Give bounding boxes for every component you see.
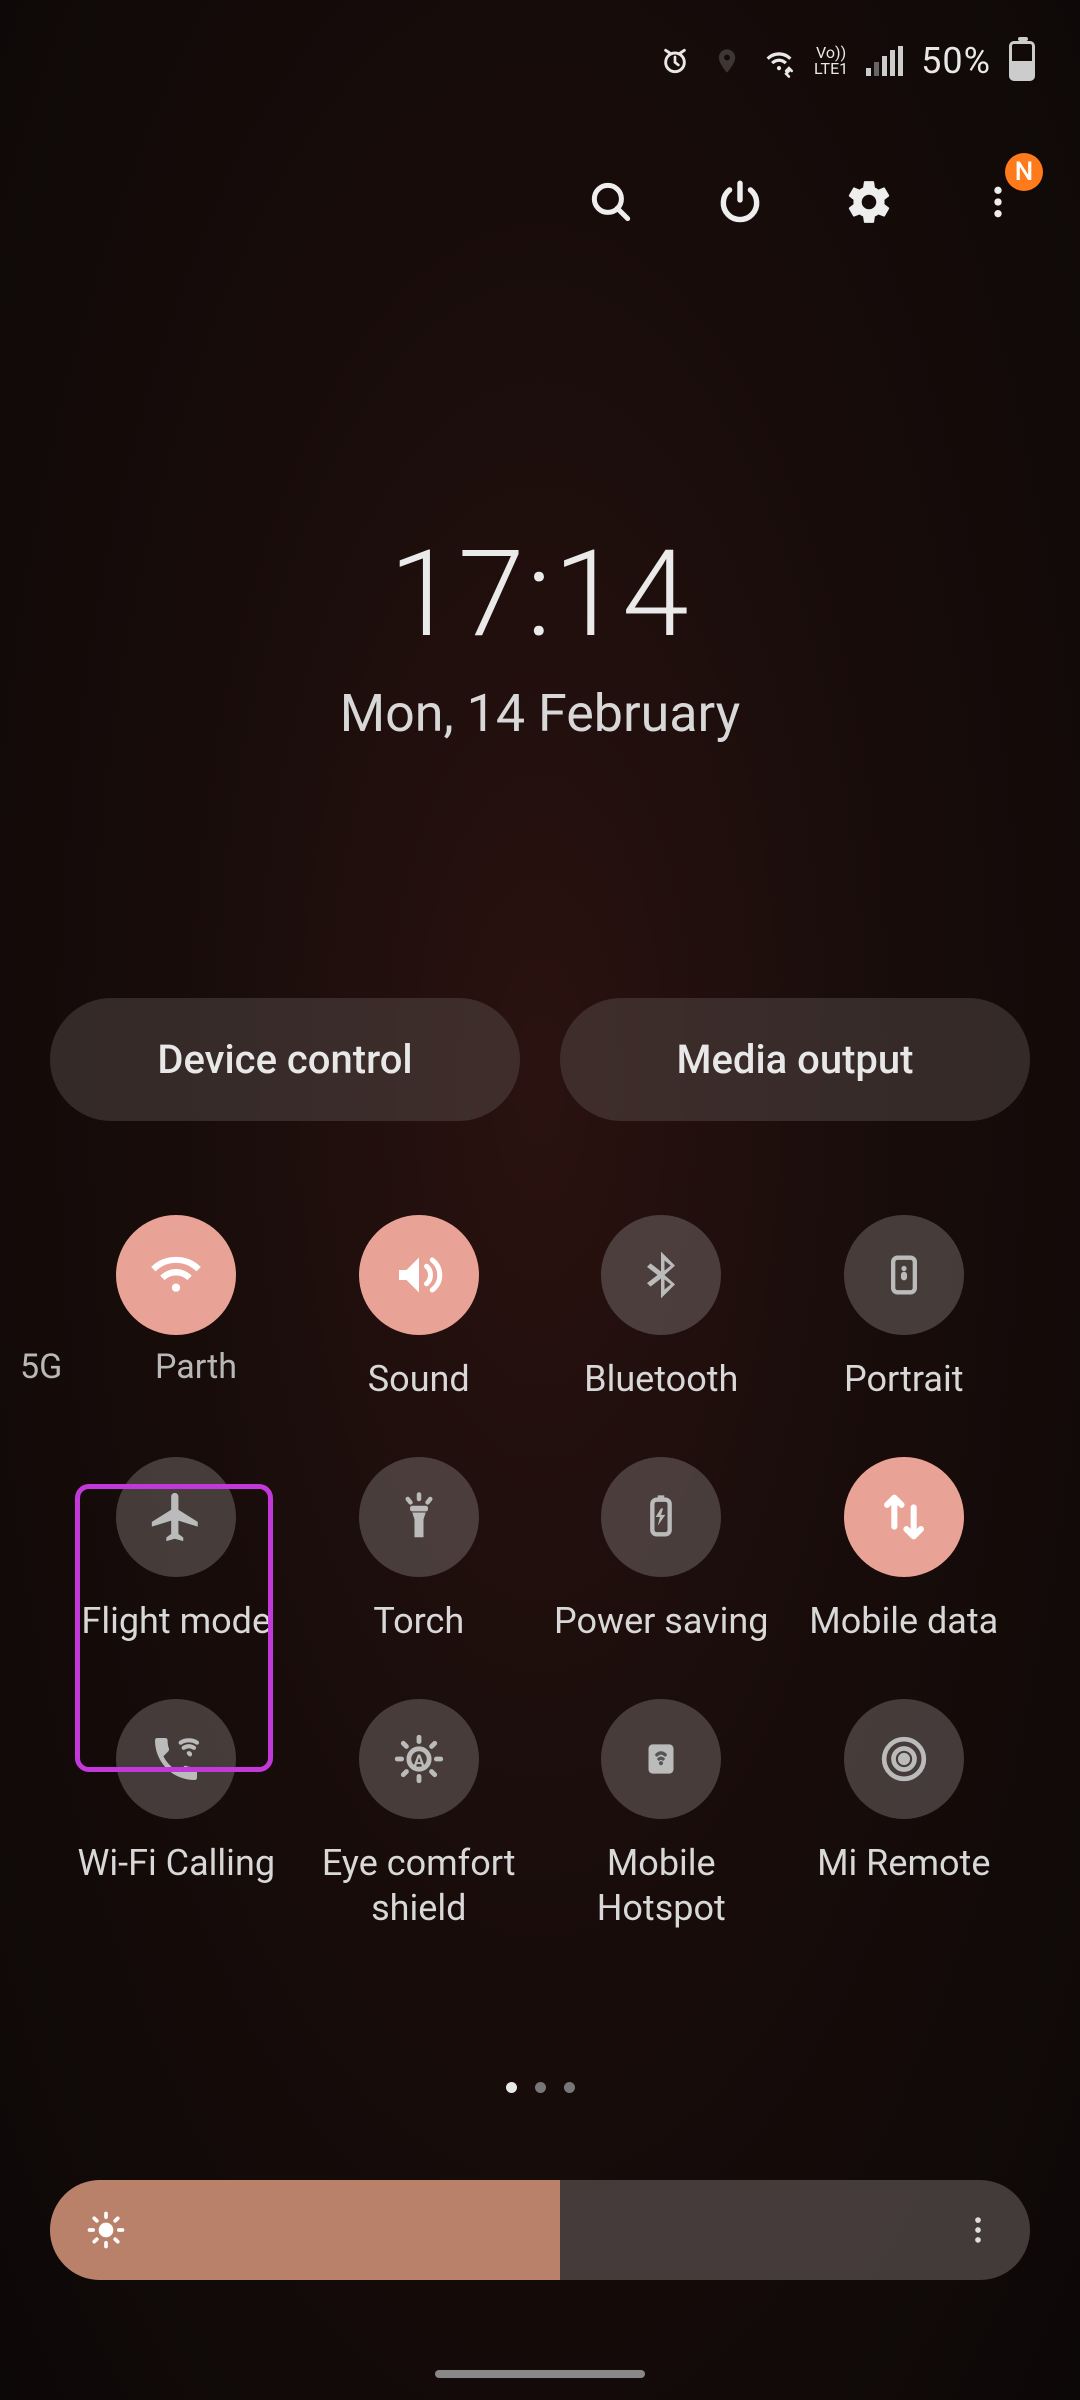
page-dot[interactable]	[564, 2082, 575, 2093]
svg-text:A: A	[413, 1751, 425, 1771]
signal-icon	[866, 46, 903, 76]
qs-tile-label: Bluetooth	[584, 1357, 738, 1402]
qs-tile-eyecomfort[interactable]: A Eye comfort shield	[298, 1699, 541, 1931]
qs-tile-powersaving[interactable]: Power saving	[540, 1457, 783, 1644]
qs-tile-label: Power saving	[554, 1599, 768, 1644]
location-icon	[710, 44, 744, 78]
nav-handle[interactable]	[435, 2370, 645, 2378]
torch-icon	[359, 1457, 479, 1577]
power-button[interactable]	[713, 175, 767, 229]
qs-tile-label: Sound	[368, 1357, 470, 1402]
sound-icon	[359, 1215, 479, 1335]
qs-tile-label: Torch	[373, 1599, 464, 1644]
portrait-icon	[844, 1215, 964, 1335]
pill-row: Device control Media output	[50, 998, 1030, 1121]
remote-icon	[844, 1699, 964, 1819]
qs-tile-bluetooth[interactable]: Bluetooth	[540, 1215, 783, 1402]
qs-tile-label: Portrait	[844, 1357, 963, 1402]
wifi-status-icon	[762, 44, 796, 78]
qs-tile-label: Eye comfort shield	[304, 1841, 534, 1931]
battery-percentage: 50%	[921, 40, 991, 82]
qs-tile-hotspot[interactable]: Mobile Hotspot	[540, 1699, 783, 1931]
brightness-slider[interactable]	[50, 2180, 1030, 2280]
alarm-icon	[658, 44, 692, 78]
media-output-button[interactable]: Media output	[560, 998, 1030, 1121]
device-control-button[interactable]: Device control	[50, 998, 520, 1121]
page-dot[interactable]	[535, 2082, 546, 2093]
qs-tile-label: Mi Remote	[817, 1841, 990, 1886]
highlight-flight-mode	[75, 1484, 273, 1772]
brightness-icon	[84, 2208, 128, 2252]
qs-tile-label: Wi-Fi Calling	[77, 1841, 275, 1886]
qs-tile-portrait[interactable]: Portrait	[783, 1215, 1026, 1402]
qs-tile-mobiledata[interactable]: Mobile data	[783, 1457, 1026, 1644]
page-dot[interactable]	[506, 2082, 517, 2093]
eye-icon: A	[359, 1699, 479, 1819]
panel-actions: N	[584, 175, 1025, 229]
more-button[interactable]: N	[971, 175, 1025, 229]
notification-badge: N	[1005, 153, 1043, 191]
qs-tile-sublabel: 5G	[20, 1347, 62, 1387]
qs-tile-label: Mobile data	[809, 1599, 998, 1644]
battery-icon	[1009, 41, 1035, 81]
qs-tile-miremote[interactable]: Mi Remote	[783, 1699, 1026, 1931]
page-indicator	[0, 2082, 1080, 2093]
data-icon	[844, 1457, 964, 1577]
battery-icon	[601, 1457, 721, 1577]
brightness-more-button[interactable]	[954, 2180, 1002, 2280]
clock-block: 17:14 Mon, 14 February	[0, 525, 1080, 744]
qs-tile-torch[interactable]: Torch	[298, 1457, 541, 1644]
qs-tile-label: Mobile Hotspot	[546, 1841, 776, 1931]
hotspot-icon	[601, 1699, 721, 1819]
volte-indicator: Vo)) LTE1	[814, 45, 848, 77]
qs-tile-sound[interactable]: Sound	[298, 1215, 541, 1402]
wifi-icon	[116, 1215, 236, 1335]
settings-button[interactable]	[842, 175, 896, 229]
bluetooth-icon	[601, 1215, 721, 1335]
clock-time: 17:14	[0, 525, 1080, 665]
clock-date: Mon, 14 February	[0, 683, 1080, 744]
qs-tile-wifi[interactable]: 5GParth	[55, 1215, 298, 1402]
search-button[interactable]	[584, 175, 638, 229]
status-bar: Vo)) LTE1 50%	[658, 40, 1035, 82]
qs-tile-sublabel: Parth	[155, 1347, 237, 1387]
